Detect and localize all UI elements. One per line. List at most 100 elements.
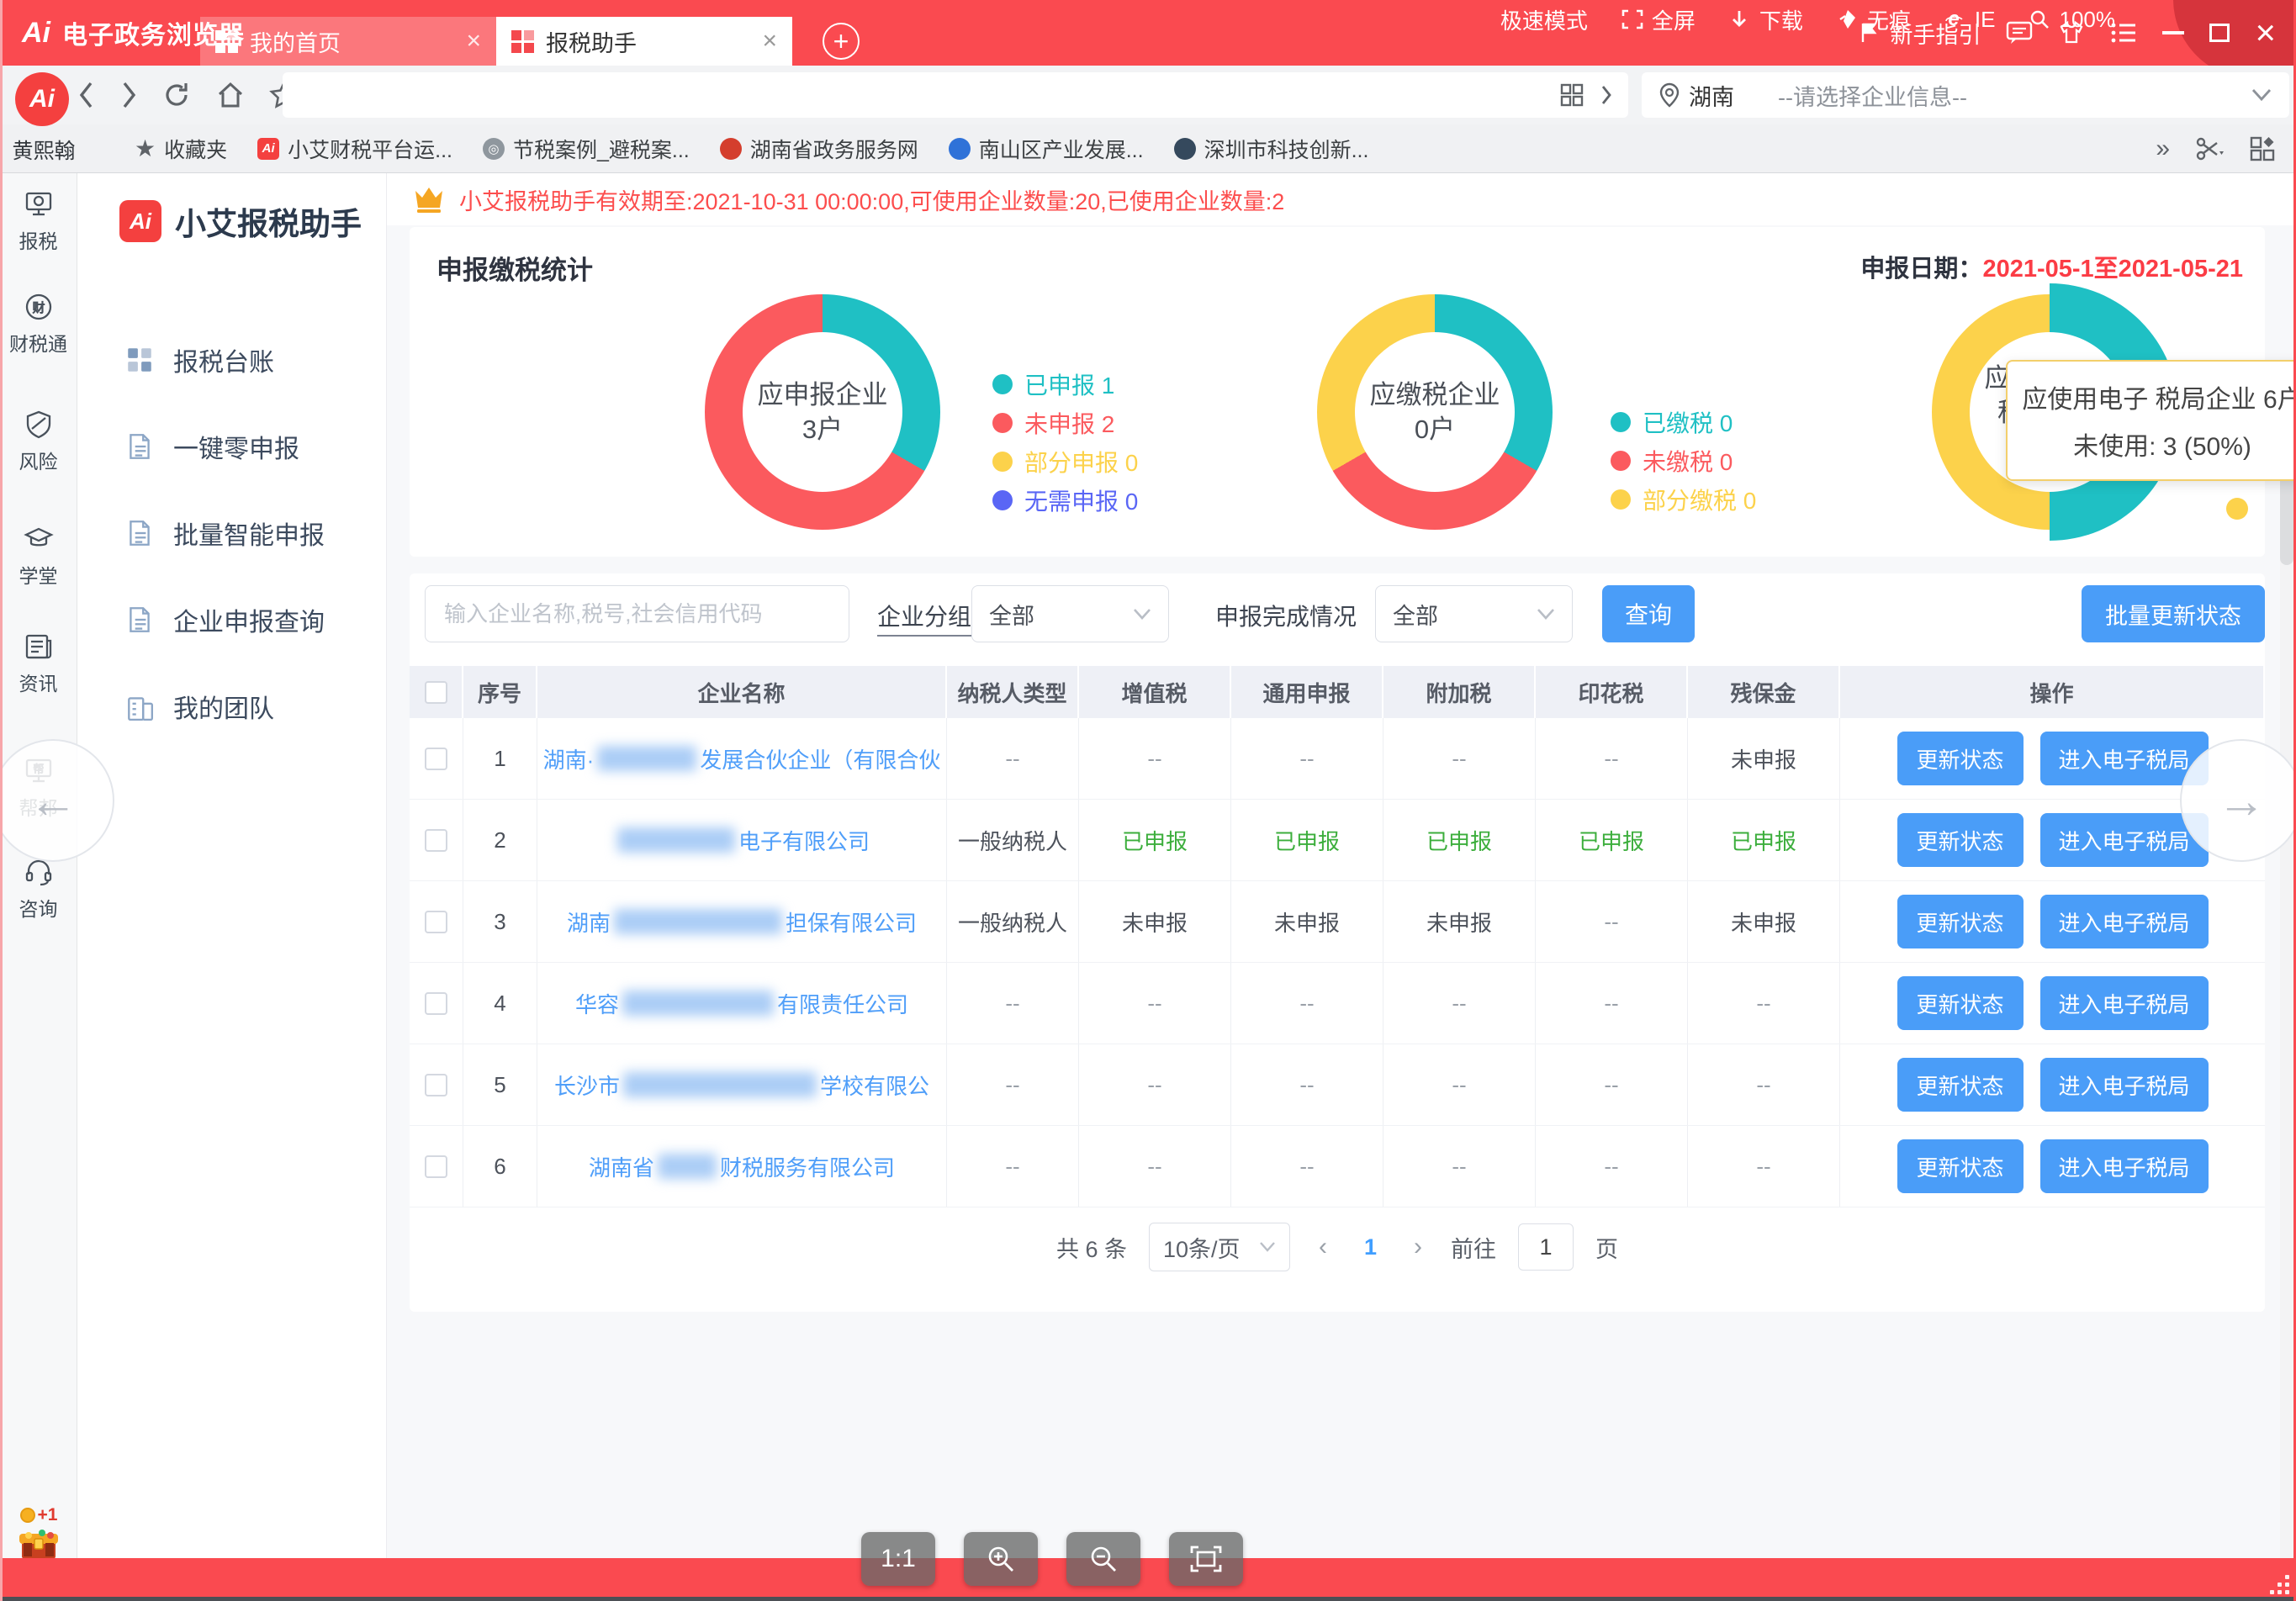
company-name-link[interactable]: 长沙市 学校有限公 xyxy=(537,1044,947,1125)
company-name-link[interactable]: 湖南 担保有限公司 xyxy=(537,881,947,962)
legend-item[interactable]: 部分缴税 0 xyxy=(1611,485,1756,514)
apps-grid-icon[interactable] xyxy=(1559,82,1584,108)
home-icon[interactable] xyxy=(215,80,246,110)
rail-item-label: 资讯 xyxy=(19,673,58,695)
scrollbar[interactable] xyxy=(2280,399,2293,1562)
row-checkbox[interactable] xyxy=(425,1073,447,1096)
sidebar-item-5[interactable]: 我的团队 xyxy=(77,663,386,749)
status-filter-select[interactable]: 全部 xyxy=(1375,585,1573,642)
zoom-in-button[interactable] xyxy=(964,1532,1038,1586)
back-icon[interactable] xyxy=(77,80,96,110)
rail-item-4[interactable]: 学堂 xyxy=(0,523,77,589)
bookmark-item[interactable]: 湖南省政务服务网 xyxy=(719,134,918,164)
row-checkbox[interactable] xyxy=(425,910,447,933)
prev-page-icon[interactable]: ‹ xyxy=(1312,1233,1334,1261)
legend-dot-icon[interactable] xyxy=(2226,498,2248,520)
page-size-select[interactable]: 10条/页 xyxy=(1149,1223,1290,1271)
update-status-button[interactable]: 更新状态 xyxy=(1897,813,2024,867)
row-checkbox[interactable] xyxy=(425,828,447,852)
row-checkbox[interactable] xyxy=(425,991,447,1015)
bookmark-item[interactable]: 南山区产业发展... xyxy=(948,134,1144,164)
bookmark-item[interactable]: ◎ 节税案例_避税案... xyxy=(482,134,690,164)
update-status-button[interactable]: 更新状态 xyxy=(1897,732,2024,785)
sidebar-item-4[interactable]: 企业申报查询 xyxy=(77,576,386,663)
company-name-link[interactable]: 华容 有限责任公司 xyxy=(537,963,947,1044)
update-status-button[interactable]: 更新状态 xyxy=(1897,895,2024,948)
fit-screen-button[interactable] xyxy=(1169,1532,1243,1586)
rail-item-1[interactable]: 报税 xyxy=(0,188,77,254)
tab-tax-assistant[interactable]: 报税助手 × xyxy=(496,17,792,66)
row-checkbox[interactable] xyxy=(425,1155,447,1178)
team-icon xyxy=(128,696,153,721)
company-name-link[interactable]: 湖南省 财税服务有限公司 xyxy=(537,1126,947,1207)
query-button[interactable]: 查询 xyxy=(1602,585,1695,642)
rail-item-5[interactable]: 资讯 xyxy=(0,631,77,696)
layout-grid-icon[interactable] xyxy=(2249,135,2276,162)
bookmark-item[interactable]: Ai 小艾财税平台运... xyxy=(257,134,452,164)
close-button[interactable]: × xyxy=(2255,15,2276,50)
resize-grip[interactable] xyxy=(2267,1572,2289,1594)
row-checkbox[interactable] xyxy=(425,747,447,770)
tab-home[interactable]: 我的首页 × xyxy=(200,17,496,66)
address-bar[interactable] xyxy=(283,72,1628,118)
update-status-button[interactable]: 更新状态 xyxy=(1897,1058,2024,1112)
company-name-link[interactable]: 湖南· 发展合伙企业（有限合伙 xyxy=(537,718,947,799)
next-page-icon[interactable]: › xyxy=(1407,1233,1429,1261)
sidebar-item-2[interactable]: 一键零申报 xyxy=(77,403,386,489)
enter-tax-bureau-button[interactable]: 进入电子税局 xyxy=(2039,732,2209,785)
update-status-button[interactable]: 更新状态 xyxy=(1897,1139,2024,1193)
update-status-button[interactable]: 更新状态 xyxy=(1897,976,2024,1030)
legend-item[interactable]: 已缴税 0 xyxy=(1611,408,1756,436)
legend-item[interactable]: 无需申报 0 xyxy=(992,486,1138,515)
forward-icon[interactable] xyxy=(119,80,138,110)
legend-item[interactable]: 部分申报 0 xyxy=(992,447,1138,476)
chevron-down-icon xyxy=(2251,89,2272,102)
bulk-update-button[interactable]: 批量更新状态 xyxy=(2082,585,2265,642)
carousel-next-button[interactable]: → xyxy=(2180,739,2296,862)
current-page[interactable]: 1 xyxy=(1356,1234,1385,1260)
enter-tax-bureau-button[interactable]: 进入电子税局 xyxy=(2039,895,2209,948)
refresh-icon[interactable] xyxy=(161,80,192,110)
bookmarks-overflow-icon[interactable]: » xyxy=(2156,135,2170,163)
sidebar-item-1[interactable]: 报税台账 xyxy=(77,316,386,403)
rail-item-3[interactable]: 风险 xyxy=(0,409,77,474)
tab-close-icon[interactable]: × xyxy=(762,27,777,55)
legend-item[interactable]: 未申报 2 xyxy=(992,409,1138,437)
enter-tax-bureau-button[interactable]: 进入电子税局 xyxy=(2039,976,2209,1030)
newbie-guide-button[interactable]: 新手指引 xyxy=(1858,17,1981,50)
statusbar-item-3[interactable]: 下载 xyxy=(1729,4,1803,35)
scissors-icon[interactable] xyxy=(2195,136,2224,161)
feedback-button[interactable] xyxy=(2006,20,2033,45)
minimize-button[interactable] xyxy=(2162,31,2185,34)
sidebar-item-3[interactable]: 批量智能申报 xyxy=(77,489,386,576)
rail-item-7[interactable]: 咨询 xyxy=(0,856,77,922)
search-input[interactable] xyxy=(425,585,849,642)
rail-item-2[interactable]: 财财税通 xyxy=(0,291,77,357)
select-all-checkbox[interactable] xyxy=(424,680,447,704)
pagination-total: 共 6 条 xyxy=(1055,1236,1127,1262)
zoom-out-button[interactable] xyxy=(1066,1532,1140,1586)
new-tab-button[interactable]: + xyxy=(823,23,860,60)
treasure-badge: +1 xyxy=(19,1505,57,1525)
bookmark-item[interactable]: ★ 收藏夹 xyxy=(135,134,227,164)
user-avatar[interactable]: Ai xyxy=(15,72,69,126)
enter-tax-bureau-button[interactable]: 进入电子税局 xyxy=(2039,1139,2209,1193)
enter-tax-bureau-button[interactable]: 进入电子税局 xyxy=(2039,1058,2209,1112)
group-filter-select[interactable]: 全部 xyxy=(971,585,1169,642)
zoom-reset-button[interactable]: 1:1 xyxy=(861,1532,935,1586)
maximize-button[interactable] xyxy=(2209,24,2230,42)
skin-button[interactable] xyxy=(2058,20,2085,45)
statusbar-item-1[interactable]: 极速模式 xyxy=(1500,4,1588,35)
legend-item[interactable]: 未缴税 0 xyxy=(1611,446,1756,475)
statusbar-item-2[interactable]: 全屏 xyxy=(1621,4,1696,35)
row-checkbox-cell xyxy=(410,1126,463,1207)
company-name-link[interactable]: 电子有限公司 xyxy=(537,800,947,880)
chevron-right-icon[interactable] xyxy=(1600,84,1613,106)
menu-list-button[interactable] xyxy=(2110,21,2137,45)
goto-page-input[interactable] xyxy=(1518,1223,1574,1271)
location-chip[interactable]: 湖南 xyxy=(1659,79,1756,112)
bookmark-item[interactable]: 深圳市科技创新... xyxy=(1173,134,1368,164)
tab-close-icon[interactable]: × xyxy=(466,27,481,55)
legend-item[interactable]: 已申报 1 xyxy=(992,370,1138,399)
company-select[interactable]: 湖南 --请选择企业信息-- xyxy=(1642,72,2289,118)
